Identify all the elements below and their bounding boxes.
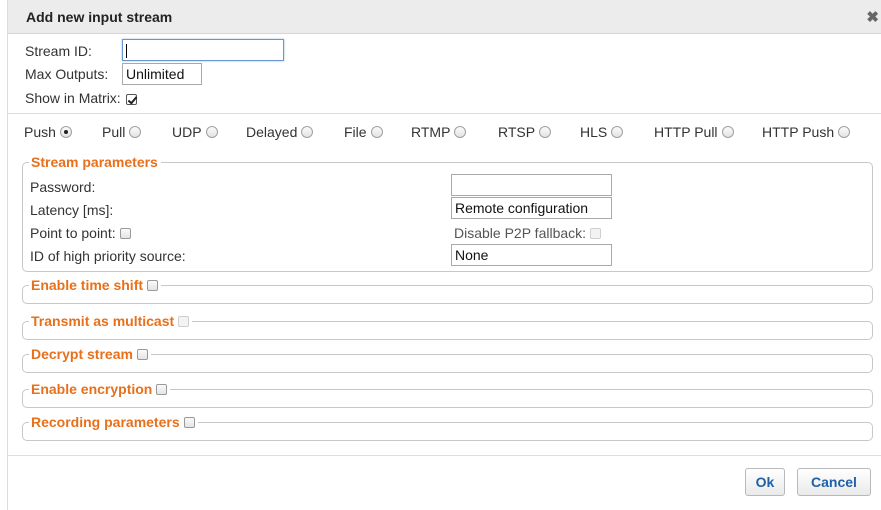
radio-option-udp[interactable]: UDP [172, 124, 218, 140]
close-icon[interactable]: ✖ [866, 8, 879, 26]
radio-button[interactable] [370, 126, 383, 138]
radio-button[interactable] [129, 126, 142, 138]
radio-option-rtsp[interactable]: RTSP [498, 124, 552, 140]
password-input[interactable] [451, 174, 612, 196]
footer-divider [8, 455, 881, 456]
radio-option-http-pull[interactable]: HTTP Pull [654, 124, 734, 140]
point-to-point-label: Point to point: [30, 225, 131, 241]
radio-label: HTTP Pull [654, 124, 718, 140]
multicast-checkbox[interactable] [178, 316, 190, 327]
latency-label: Latency [ms]: [30, 202, 114, 218]
max-outputs-value: Unlimited [126, 66, 185, 82]
show-in-matrix-label: Show in Matrix: [25, 90, 121, 106]
time-shift-text: Enable time shift [31, 277, 144, 293]
radio-button[interactable] [539, 126, 552, 138]
decrypt-checkbox[interactable] [136, 349, 148, 360]
ok-button[interactable]: Ok [745, 468, 785, 496]
radio-option-delayed[interactable]: Delayed [246, 124, 314, 140]
decrypt-text: Decrypt stream [31, 346, 133, 362]
stream-parameters-legend: Stream parameters [29, 154, 161, 170]
latency-value: Remote configuration [455, 200, 589, 216]
radio-button[interactable] [611, 126, 624, 138]
encryption-checkbox[interactable] [156, 384, 168, 395]
latency-input[interactable]: Remote configuration [451, 197, 612, 219]
point-to-point-checkbox[interactable] [119, 228, 131, 239]
recording-checkbox[interactable] [183, 417, 195, 428]
radio-label: RTMP [411, 124, 451, 140]
text-caret [126, 44, 127, 59]
priority-source-label: ID of high priority source: [30, 248, 186, 264]
radio-button[interactable] [301, 126, 314, 138]
recording-text: Recording parameters [31, 414, 180, 430]
recording-fieldset: Recording parameters [22, 414, 873, 441]
priority-source-value: None [455, 247, 489, 263]
radio-option-hls[interactable]: HLS [580, 124, 624, 140]
show-in-matrix-checkbox[interactable] [126, 94, 137, 105]
radio-option-http-push[interactable]: HTTP Push [762, 124, 851, 140]
multicast-legend: Transmit as multicast [29, 313, 193, 329]
disable-p2p-checkbox[interactable] [589, 228, 601, 239]
radio-option-push[interactable]: Push [24, 124, 72, 140]
dialog-title: Add new input stream [26, 9, 173, 25]
stream-type-radio-group: Push Pull UDP Delayed File RTMP RTSP HLS… [24, 124, 874, 142]
decrypt-legend: Decrypt stream [29, 346, 151, 362]
multicast-fieldset: Transmit as multicast [22, 313, 873, 340]
radio-label: RTSP [498, 124, 536, 140]
disable-p2p-label: Disable P2P fallback: [454, 225, 601, 241]
stream-id-label: Stream ID: [25, 43, 92, 59]
encryption-fieldset: Enable encryption [22, 381, 873, 408]
radio-label: HTTP Push [762, 124, 835, 140]
radio-label: HLS [580, 124, 608, 140]
password-label: Password: [30, 179, 96, 195]
disable-p2p-text: Disable P2P fallback: [454, 225, 587, 241]
encryption-legend: Enable encryption [29, 381, 171, 397]
radio-button[interactable] [721, 126, 734, 138]
divider [8, 113, 881, 114]
radio-label: Delayed [246, 124, 298, 140]
max-outputs-label: Max Outputs: [25, 66, 109, 82]
point-to-point-text: Point to point: [30, 225, 116, 241]
encryption-text: Enable encryption [31, 381, 153, 397]
radio-button[interactable] [838, 126, 851, 138]
radio-label: UDP [172, 124, 202, 140]
radio-button[interactable] [59, 126, 72, 138]
stream-id-input[interactable] [122, 39, 284, 61]
add-input-stream-dialog: Add new input stream ✖ Stream ID: Max Ou… [8, 0, 881, 510]
time-shift-checkbox[interactable] [146, 280, 158, 291]
priority-source-input[interactable]: None [451, 244, 612, 266]
recording-legend: Recording parameters [29, 414, 198, 430]
decrypt-fieldset: Decrypt stream [22, 346, 873, 373]
radio-button[interactable] [205, 126, 218, 138]
radio-button[interactable] [454, 126, 467, 138]
radio-label: Pull [102, 124, 126, 140]
time-shift-fieldset: Enable time shift [22, 277, 873, 304]
radio-label: Push [24, 124, 56, 140]
time-shift-legend: Enable time shift [29, 277, 161, 293]
radio-label: File [344, 124, 367, 140]
dialog-titlebar: Add new input stream ✖ [8, 0, 881, 34]
radio-option-file[interactable]: File [344, 124, 383, 140]
cancel-button[interactable]: Cancel [797, 468, 871, 496]
radio-option-pull[interactable]: Pull [102, 124, 142, 140]
max-outputs-input[interactable]: Unlimited [122, 63, 202, 85]
multicast-text: Transmit as multicast [31, 313, 175, 329]
radio-option-rtmp[interactable]: RTMP [411, 124, 467, 140]
